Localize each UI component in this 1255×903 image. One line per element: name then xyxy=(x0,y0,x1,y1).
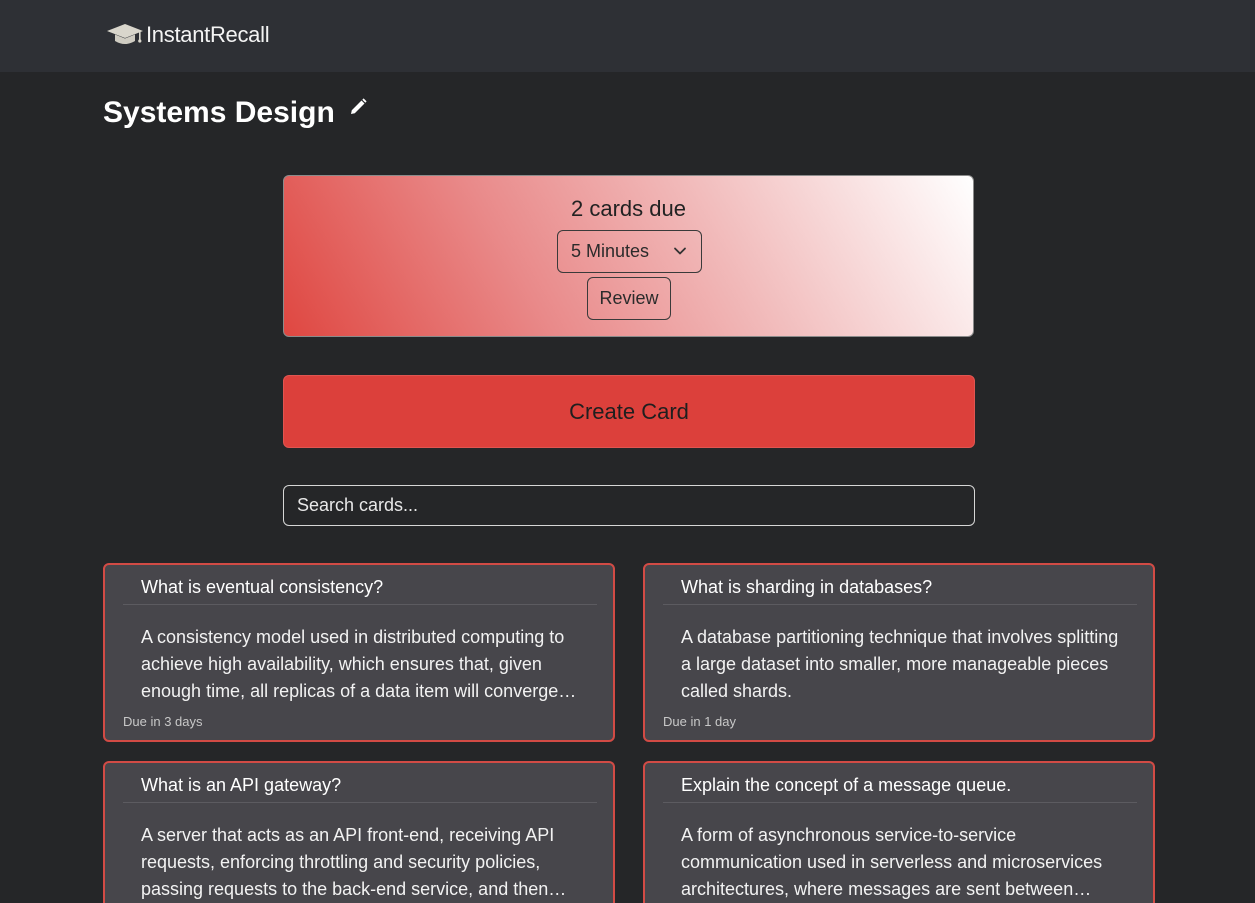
card-question: What is sharding in databases? xyxy=(663,565,1137,605)
card-question: What is eventual consistency? xyxy=(123,565,597,605)
card-due-label: Due in 1 day xyxy=(663,714,736,729)
card-due-label: Due in 3 days xyxy=(123,714,203,729)
brand-link[interactable]: InstantRecall xyxy=(106,22,270,48)
brand-name: InstantRecall xyxy=(146,22,270,47)
card-item[interactable]: What is eventual consistency? A consiste… xyxy=(103,563,615,742)
card-question: Explain the concept of a message queue. xyxy=(663,763,1137,803)
card-answer: A consistency model used in distributed … xyxy=(141,627,577,701)
chevron-down-icon xyxy=(674,247,686,255)
card-item[interactable]: Explain the concept of a message queue. … xyxy=(643,761,1155,903)
review-button[interactable]: Review xyxy=(587,277,671,320)
search-input[interactable] xyxy=(283,485,975,526)
card-question: What is an API gateway? xyxy=(123,763,597,803)
card-answer: A database partitioning technique that i… xyxy=(681,627,1119,701)
cards-due-text: 2 cards due xyxy=(571,196,686,221)
create-card-button[interactable]: Create Card xyxy=(283,375,975,448)
navbar: InstantRecall xyxy=(0,0,1255,72)
pencil-icon[interactable] xyxy=(349,98,367,116)
card-answer: A server that acts as an API front-end, … xyxy=(141,825,567,899)
card-answer: A form of asynchronous service-to-servic… xyxy=(681,825,1103,899)
review-duration-select[interactable]: 5 Minutes xyxy=(557,230,702,273)
card-item[interactable]: What is an API gateway? A server that ac… xyxy=(103,761,615,903)
card-item[interactable]: What is sharding in databases? A databas… xyxy=(643,563,1155,742)
review-duration-value: 5 Minutes xyxy=(571,241,650,261)
graduation-cap-icon xyxy=(107,24,143,44)
review-panel: 2 cards due 5 Minutes Review xyxy=(283,175,974,337)
deck-title: Systems Design xyxy=(103,96,335,129)
deck-header: Systems Design xyxy=(103,96,367,130)
